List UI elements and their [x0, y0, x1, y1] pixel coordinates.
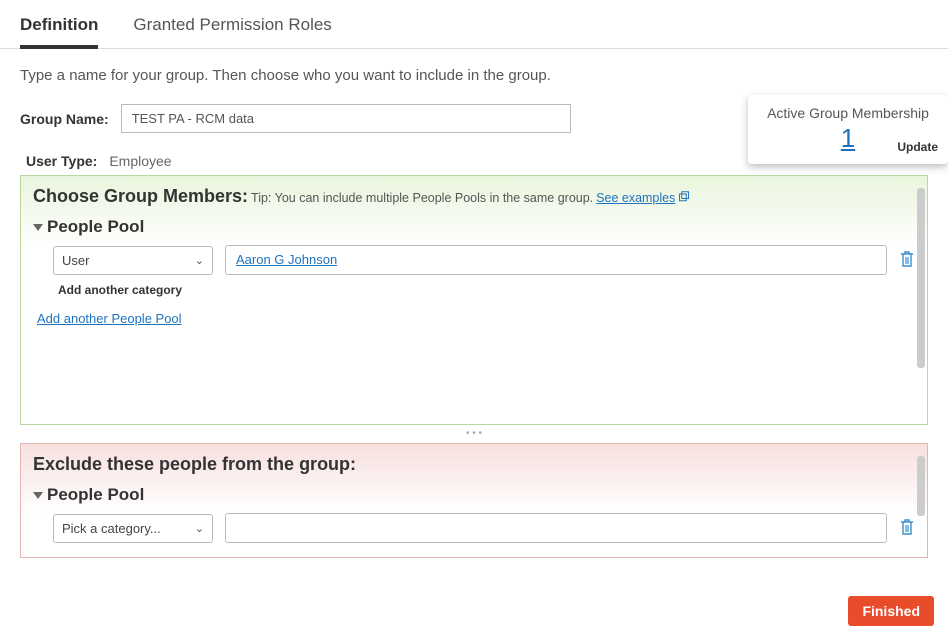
exclude-category-select[interactable]: Pick a category... ⌄ — [53, 514, 213, 543]
user-type-value: Employee — [109, 153, 171, 169]
active-membership-card: Active Group Membership 1 Update — [748, 95, 948, 164]
membership-update-link[interactable]: Update — [897, 140, 938, 154]
chevron-down-icon: ⌄ — [195, 254, 204, 267]
include-pool-row: User ⌄ Aaron G Johnson — [33, 245, 915, 275]
resize-handle[interactable]: • • • — [21, 428, 927, 439]
exclude-category-placeholder: Pick a category... — [62, 521, 161, 536]
include-person-box[interactable]: Aaron G Johnson — [225, 245, 887, 275]
user-type-label: User Type: — [26, 153, 97, 169]
chevron-down-icon — [33, 224, 43, 231]
scrollbar[interactable] — [917, 188, 925, 368]
include-header-row: Choose Group Members: Tip: You can inclu… — [33, 186, 915, 207]
instruction-text: Type a name for your group. Then choose … — [0, 49, 948, 89]
exclude-header-text: Exclude these people from the group: — [33, 454, 356, 475]
add-another-category-link[interactable]: Add another category — [58, 283, 915, 297]
membership-title: Active Group Membership — [760, 105, 936, 121]
membership-count-link[interactable]: 1 — [841, 123, 855, 154]
include-category-select[interactable]: User ⌄ — [53, 246, 213, 275]
tabs-bar: Definition Granted Permission Roles — [0, 0, 948, 49]
exclude-header: Exclude these people from the group: — [33, 454, 915, 475]
include-pool-label: People Pool — [47, 217, 144, 237]
include-panel: Choose Group Members: Tip: You can inclu… — [20, 175, 928, 425]
tab-granted-roles[interactable]: Granted Permission Roles — [133, 10, 331, 48]
add-another-pool-link[interactable]: Add another People Pool — [37, 311, 182, 326]
include-header: Choose Group Members: — [33, 186, 248, 207]
include-tip: Tip: You can include multiple People Poo… — [251, 191, 593, 205]
chevron-down-icon: ⌄ — [195, 522, 204, 535]
external-link-icon — [678, 186, 690, 207]
group-name-input[interactable] — [121, 104, 571, 133]
include-category-value: User — [62, 253, 89, 268]
exclude-panel: Exclude these people from the group: Peo… — [20, 443, 928, 558]
chevron-down-icon — [33, 492, 43, 499]
exclude-pool-row: Pick a category... ⌄ — [33, 513, 915, 543]
see-examples-link[interactable]: See examples — [596, 191, 675, 205]
scrollbar[interactable] — [917, 456, 925, 516]
include-pool-toggle[interactable]: People Pool — [33, 217, 915, 237]
trash-icon[interactable] — [899, 518, 915, 539]
exclude-pool-toggle[interactable]: People Pool — [33, 485, 915, 505]
tab-definition[interactable]: Definition — [20, 10, 98, 49]
exclude-pool-label: People Pool — [47, 485, 144, 505]
exclude-person-box[interactable] — [225, 513, 887, 543]
finished-button[interactable]: Finished — [848, 596, 934, 626]
trash-icon[interactable] — [899, 250, 915, 271]
person-link[interactable]: Aaron G Johnson — [236, 252, 337, 267]
group-name-label: Group Name: — [20, 111, 109, 127]
